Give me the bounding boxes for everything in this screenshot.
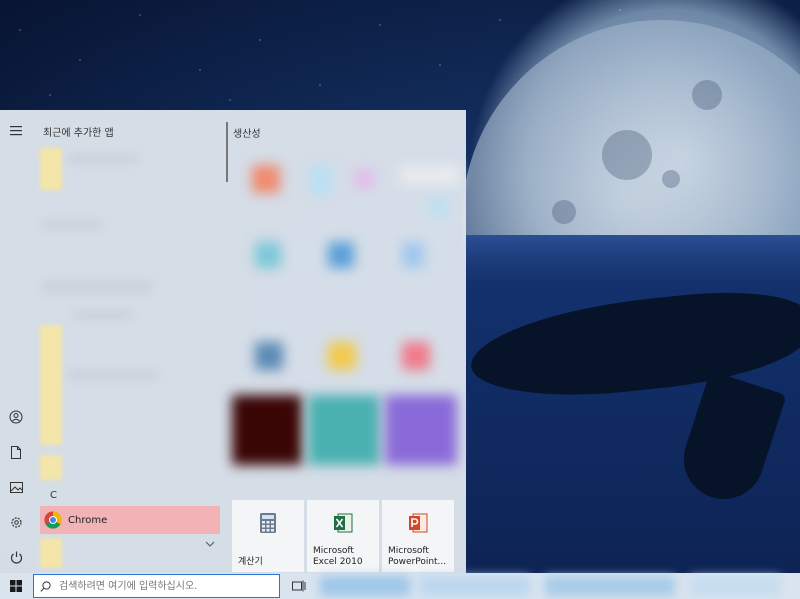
app-list-scrollbar[interactable] [226,122,228,182]
blurred-tile[interactable] [402,342,430,370]
pictures-button[interactable] [0,472,32,502]
blurred-taskbar-apps[interactable] [420,576,530,596]
blurred-tile[interactable] [308,395,380,465]
powerpoint-icon [409,513,428,533]
user-account-button[interactable] [0,402,32,432]
excel-tile[interactable]: Microsoft Excel 2010 [307,500,379,572]
blurred-tile[interactable] [255,242,281,268]
tiles-area: 생산성 계산기 Microsoft Excel 2010 Microsoft P… [230,110,466,573]
search-icon [40,580,51,592]
letter-c-header: C [50,490,57,501]
chrome-app-label: Chrome [68,514,108,526]
taskbar [0,573,800,599]
hamburger-menu-icon [10,126,22,136]
settings-icon [10,516,22,528]
calculator-icon [260,513,276,533]
power-icon [10,551,22,564]
blurred-app-icon [40,325,62,445]
blurred-tile[interactable] [430,198,448,216]
blurred-app-entry [42,280,152,294]
blurred-app-entry [68,370,158,380]
app-list: 최근에 추가한 앱 C Chrome [32,110,224,573]
excel-tile-label: Microsoft Excel 2010 [313,546,363,567]
excel-icon [334,513,353,533]
calculator-tile-label: 계산기 [238,557,263,567]
powerpoint-tile[interactable]: Microsoft PowerPoint... [382,500,454,572]
blurred-tile[interactable] [328,242,354,268]
documents-button[interactable] [0,437,32,467]
blurred-tile[interactable] [252,165,280,193]
blurred-taskbar-apps[interactable] [690,576,780,596]
hamburger-menu-button[interactable] [0,116,32,146]
blurred-app-entry [42,220,102,230]
blurred-taskbar-apps[interactable] [545,576,675,596]
chrome-app-item[interactable]: Chrome [40,506,220,534]
search-input[interactable] [57,579,271,593]
blurred-tile[interactable] [232,395,302,465]
task-view-icon [292,580,306,592]
blurred-tile[interactable] [328,342,356,370]
power-button[interactable] [0,542,32,572]
settings-button[interactable] [0,507,32,537]
blurred-tile[interactable] [255,342,283,370]
windows-logo-icon [10,580,22,592]
tile-group-title: 생산성 [233,129,261,140]
blurred-app-icon [40,455,62,480]
task-view-button[interactable] [288,573,310,599]
blurred-tile[interactable] [400,165,460,185]
blurred-tile[interactable] [385,395,457,465]
taskbar-search-box[interactable] [33,574,280,598]
calculator-tile[interactable]: 계산기 [232,500,304,572]
chrome-icon [44,511,62,529]
pictures-icon [9,481,23,493]
blurred-app-icon [40,148,62,190]
blurred-app-entry [72,310,132,320]
user-icon [9,410,23,424]
blurred-taskbar-apps[interactable] [320,576,410,596]
blurred-app-icon [40,538,62,568]
blurred-tile[interactable] [402,242,424,268]
start-rail [0,110,32,573]
blurred-tile[interactable] [355,170,373,188]
chevron-down-icon[interactable] [204,538,216,550]
powerpoint-tile-label: Microsoft PowerPoint... [388,546,447,567]
blurred-app-entry [68,154,138,164]
start-menu: 최근에 추가한 앱 C Chrome 생산성 계산기 Microsoft Exc… [0,110,466,573]
recent-apps-header: 최근에 추가한 앱 [43,128,114,139]
blurred-tile[interactable] [310,165,332,195]
document-icon [11,445,21,459]
start-button[interactable] [0,573,32,599]
